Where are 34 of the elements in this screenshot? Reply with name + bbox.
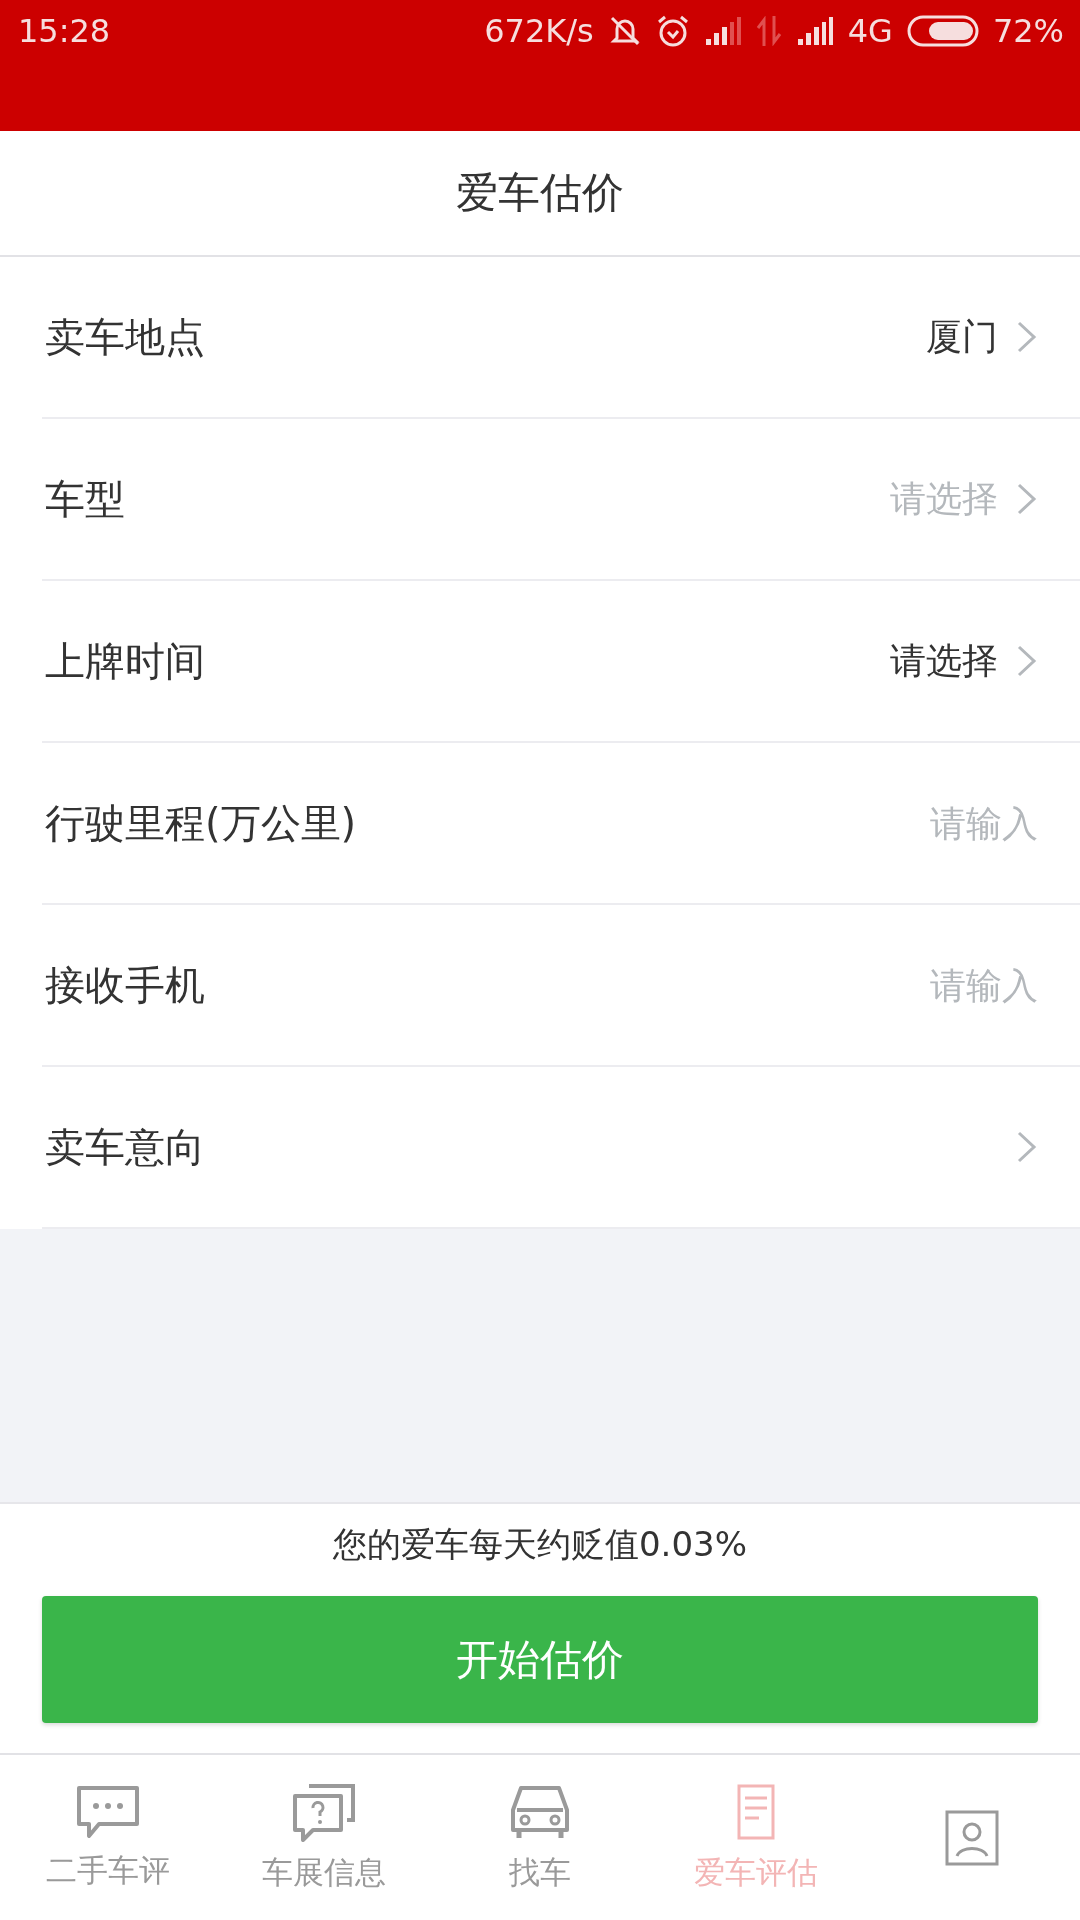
alarm-icon xyxy=(655,14,690,48)
select-value[interactable]: 厦门 xyxy=(926,312,998,362)
signal-icon xyxy=(703,17,742,45)
field-label: 行驶里程(万公里) xyxy=(44,798,357,848)
page-title: 爱车估价 xyxy=(456,167,624,219)
field-label: 接收手机 xyxy=(44,960,205,1010)
select-placeholder[interactable]: 请选择 xyxy=(890,474,998,524)
field-label: 上牌时间 xyxy=(44,636,205,686)
chevron-right-icon[interactable] xyxy=(1016,1130,1038,1164)
depreciation-note: 您的爱车每天约贬值0.03% xyxy=(333,1523,747,1566)
network-speed: 672K/s xyxy=(484,12,594,50)
bell-off-icon xyxy=(607,14,642,48)
chat-bubble-icon xyxy=(75,1783,141,1840)
battery-level: 72% xyxy=(992,12,1064,50)
field-label: 车型 xyxy=(44,474,125,524)
tab[interactable]: 二手车评 xyxy=(0,1755,216,1920)
chevron-right-icon[interactable] xyxy=(1016,644,1038,678)
clock: 15:28 xyxy=(18,12,111,50)
tab[interactable]: 爱车评估 xyxy=(648,1755,864,1920)
network-type: 4G xyxy=(847,12,893,50)
tab[interactable]: 找车 xyxy=(432,1755,648,1920)
select-value[interactable]: 请选择 xyxy=(890,636,998,686)
field-label: 卖车地点 xyxy=(44,312,205,362)
tab[interactable]: 车展信息 xyxy=(216,1755,432,1920)
battery-icon xyxy=(906,15,979,47)
data-arrows-icon xyxy=(755,16,782,46)
question-bubble-icon xyxy=(291,1781,357,1842)
start-estimate-button[interactable]: 开始估价 xyxy=(42,1596,1038,1723)
input-field[interactable]: 请输入 xyxy=(738,802,1038,844)
input-field[interactable]: 请输入 xyxy=(738,964,1038,1006)
field-label: 卖车意向 xyxy=(44,1122,205,1172)
chevron-right-icon[interactable] xyxy=(1016,482,1038,516)
chevron-right-icon[interactable] xyxy=(1016,320,1038,354)
signal-icon xyxy=(795,17,834,45)
